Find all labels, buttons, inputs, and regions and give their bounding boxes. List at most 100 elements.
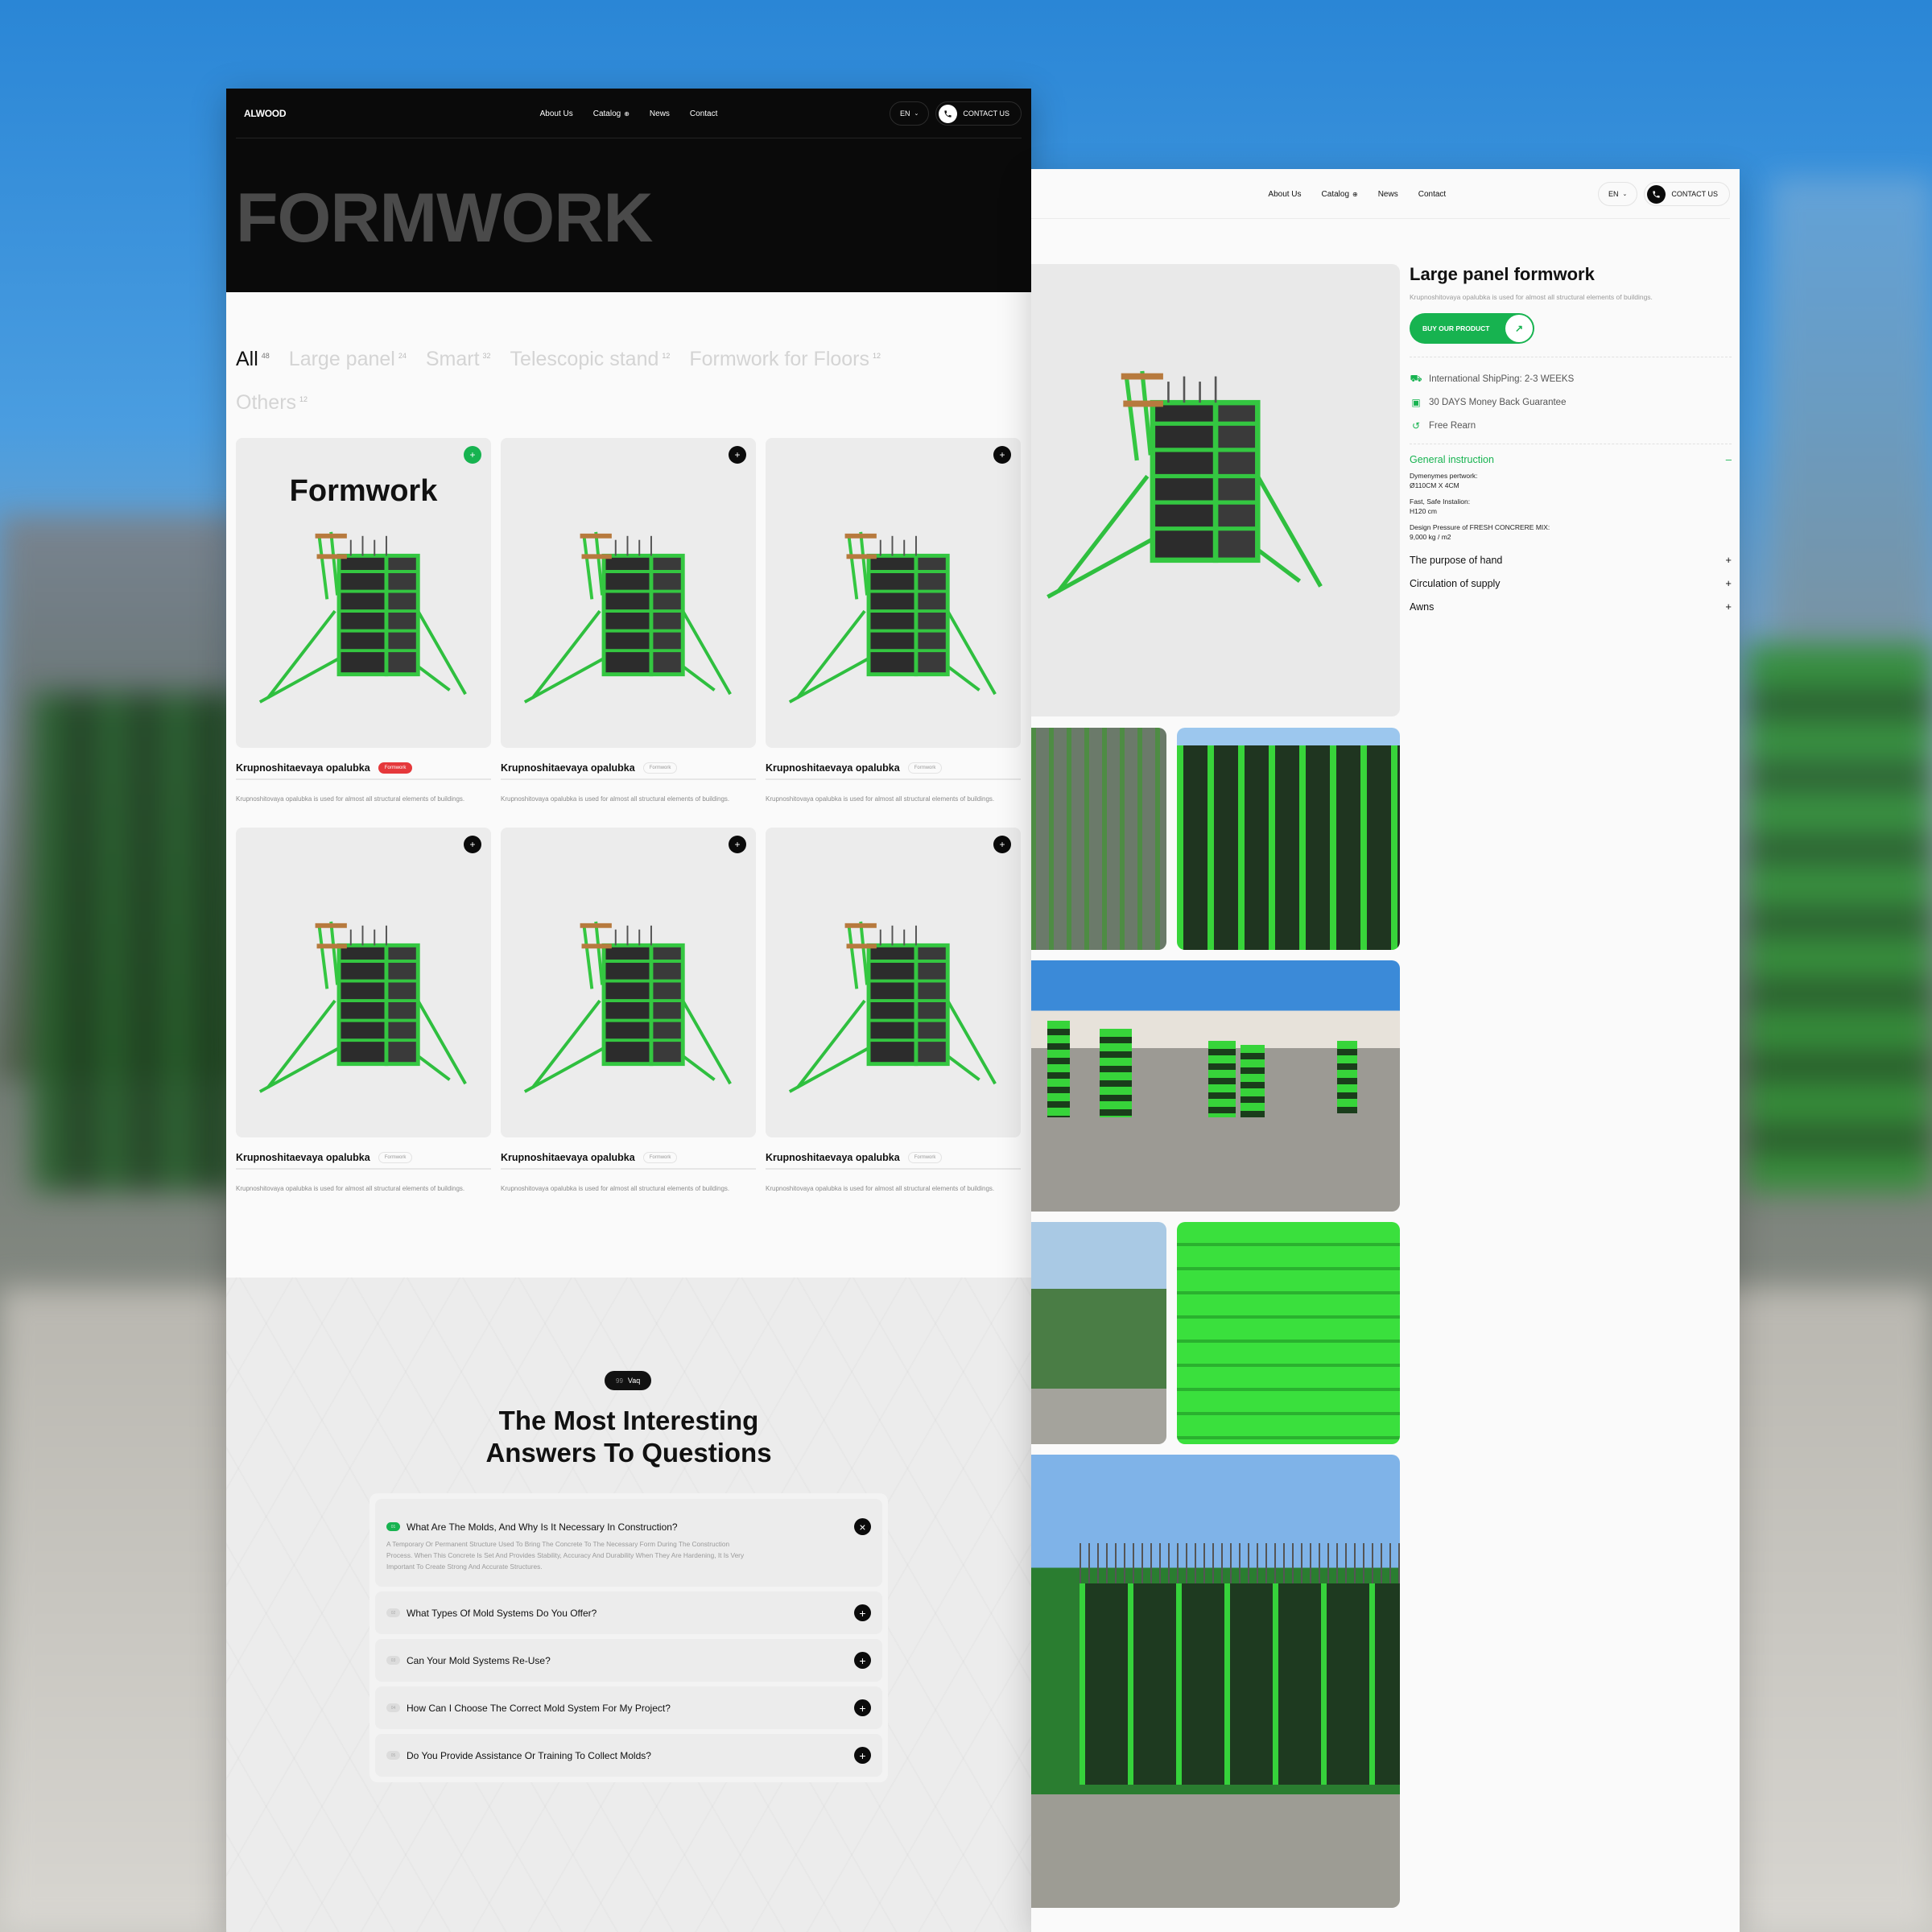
card-header: Krupnoshitaevaya opalubka Formwork xyxy=(501,1137,756,1170)
language-label: EN xyxy=(899,109,910,118)
language-select[interactable]: EN ⌄ xyxy=(889,101,930,126)
nav-link-news[interactable]: News xyxy=(1378,190,1398,199)
product-card[interactable]: + Krupnoshitaevaya opalubka Formwork Kru… xyxy=(766,438,1021,828)
faq-item[interactable]: 03 Can Your Mold Systems Re-Use? + xyxy=(375,1639,882,1682)
plus-icon[interactable]: + xyxy=(854,1604,871,1621)
spec-label: Design Pressure of FRESH CONCRERE MIX: xyxy=(1410,523,1550,531)
nav-link-catalog[interactable]: Catalog ⊕ xyxy=(1322,190,1358,199)
card-image-title: Formwork xyxy=(289,474,438,508)
filter-formwork-for-floors[interactable]: Formwork for Floors 12 xyxy=(689,345,881,374)
formwork-illustration xyxy=(782,522,1003,708)
card-header: Krupnoshitaevaya opalubka Formwork xyxy=(766,748,1021,780)
filter-label: All xyxy=(236,348,258,370)
return-icon: ↺ xyxy=(1411,419,1421,431)
faq-item[interactable]: 04 How Can I Choose The Correct Mold Sys… xyxy=(375,1686,882,1729)
arrow-up-right-icon: ↗ xyxy=(1505,315,1533,342)
product-image[interactable]: + xyxy=(766,828,1021,1137)
spec-label: Dymenymes pertwork: xyxy=(1410,472,1478,480)
gallery-photo[interactable] xyxy=(1177,728,1400,950)
plus-icon[interactable]: + xyxy=(854,1699,871,1716)
spec-value: H120 cm xyxy=(1410,507,1438,515)
add-plus-icon[interactable]: + xyxy=(993,836,1011,853)
nav-link-news[interactable]: News xyxy=(650,109,670,118)
accordion-title: Circulation of supply xyxy=(1410,577,1501,589)
product-tag: Formwork xyxy=(907,762,943,774)
plus-circle-icon: ⊕ xyxy=(624,109,630,118)
filter-large-panel[interactable]: Large panel 24 xyxy=(289,345,407,374)
nav-divider xyxy=(1031,218,1730,219)
faq-item[interactable]: 05 Do You Provide Assistance Or Training… xyxy=(375,1734,882,1777)
accordion-purpose: The purpose of hand + xyxy=(1410,548,1732,572)
faq-question: How Can I Choose The Correct Mold System… xyxy=(407,1702,671,1714)
faq-number: 04 xyxy=(386,1703,400,1712)
feature-text: Free Rearn xyxy=(1429,420,1476,431)
product-main-image[interactable] xyxy=(1031,264,1400,716)
product-image[interactable]: + xyxy=(236,828,491,1137)
add-plus-icon[interactable]: + xyxy=(993,446,1011,464)
nav-links: About Us Catalog ⊕ News Contact xyxy=(540,109,718,118)
nav-link-contact[interactable]: Contact xyxy=(1418,190,1446,199)
product-image[interactable]: + Formwork xyxy=(236,438,491,748)
close-icon[interactable]: × xyxy=(854,1518,871,1535)
nav-link-contact[interactable]: Contact xyxy=(690,109,717,118)
logo[interactable]: ALWOOD xyxy=(244,108,287,119)
feature-text: International ShipPing: 2-3 WEEKS xyxy=(1429,374,1575,384)
nav-link-about[interactable]: About Us xyxy=(540,109,573,118)
formwork-illustration xyxy=(252,522,473,708)
money-icon: ▣ xyxy=(1411,396,1421,408)
filter-all[interactable]: All 48 xyxy=(236,345,270,374)
filter-telescopic-stand[interactable]: Telescopic stand 12 xyxy=(510,345,671,374)
product-card[interactable]: + Krupnoshitaevaya opalubka Formwork Kru… xyxy=(236,828,491,1217)
accordion-header[interactable]: Awns + xyxy=(1410,595,1732,618)
product-image[interactable]: + xyxy=(501,438,756,748)
product-card[interactable]: + Krupnoshitaevaya opalubka Formwork Kru… xyxy=(766,828,1021,1217)
contact-us-button[interactable]: CONTACT US xyxy=(935,101,1022,126)
gallery-photo[interactable] xyxy=(1031,728,1166,950)
gallery-photo[interactable] xyxy=(1031,1455,1400,1908)
nav-link-catalog[interactable]: Catalog ⊕ xyxy=(593,109,630,118)
product-image[interactable]: + xyxy=(766,438,1021,748)
plus-icon[interactable]: + xyxy=(854,1652,871,1669)
faq-answer: A Temporary Or Permanent Structure Used … xyxy=(386,1540,745,1571)
add-plus-icon[interactable]: + xyxy=(464,836,481,853)
faq-question-row[interactable]: 04 How Can I Choose The Correct Mold Sys… xyxy=(386,1686,871,1729)
faq-item[interactable]: 02 What Types Of Mold Systems Do You Off… xyxy=(375,1591,882,1634)
product-image[interactable]: + xyxy=(501,828,756,1137)
faq-question-row[interactable]: 02 What Types Of Mold Systems Do You Off… xyxy=(386,1591,871,1634)
product-grid: + Formwork Krupnoshitaevaya opalubka For… xyxy=(226,417,1031,1217)
minus-icon: – xyxy=(1725,453,1732,465)
add-plus-icon[interactable]: + xyxy=(729,836,746,853)
nav-link-catalog-label: Catalog xyxy=(592,109,621,118)
faq-question: Can Your Mold Systems Re-Use? xyxy=(407,1654,551,1666)
card-header: Krupnoshitaevaya opalubka Formwork xyxy=(236,748,491,780)
faq-item[interactable]: 01 What Are The Molds, And Why Is It Nec… xyxy=(375,1499,882,1587)
product-card[interactable]: + Krupnoshitaevaya opalubka Formwork Kru… xyxy=(501,828,756,1217)
plus-icon: + xyxy=(1725,601,1732,613)
faq-question-row[interactable]: 05 Do You Provide Assistance Or Training… xyxy=(386,1734,871,1777)
faq-number: 05 xyxy=(386,1751,400,1760)
faq-number: 03 xyxy=(386,1656,400,1665)
product-card[interactable]: + Formwork Krupnoshitaevaya opalubka For… xyxy=(236,438,491,828)
buy-product-button[interactable]: BUY OUR PRODUCT ↗ xyxy=(1410,313,1534,344)
accordion-header[interactable]: General instruction – xyxy=(1410,448,1732,471)
faq-question-row[interactable]: 03 Can Your Mold Systems Re-Use? + xyxy=(386,1639,871,1682)
product-card[interactable]: + Krupnoshitaevaya opalubka Formwork Kru… xyxy=(501,438,756,828)
add-plus-icon[interactable]: + xyxy=(729,446,746,464)
plus-icon[interactable]: + xyxy=(854,1747,871,1764)
photo-detail xyxy=(1208,1041,1236,1117)
gallery-photo[interactable] xyxy=(1177,1222,1400,1444)
language-select[interactable]: EN ⌄ xyxy=(1597,182,1638,206)
nav-link-about[interactable]: About Us xyxy=(1268,190,1301,199)
top-nav: About Us Catalog ⊕ News Contact EN ⌄ CONTA… xyxy=(1031,169,1740,219)
accordion-header[interactable]: The purpose of hand + xyxy=(1410,548,1732,572)
feature-return: ↺ Free Rearn xyxy=(1410,414,1732,437)
gallery-photo[interactable] xyxy=(1031,960,1400,1212)
gallery-photo[interactable] xyxy=(1031,1222,1166,1444)
accordion-header[interactable]: Circulation of supply + xyxy=(1410,572,1732,595)
filter-smart[interactable]: Smart 32 xyxy=(426,345,491,374)
phone-icon xyxy=(1647,184,1666,204)
add-plus-icon[interactable]: + xyxy=(464,446,481,464)
faq-badge-label: Vaq xyxy=(627,1377,641,1385)
contact-us-button[interactable]: CONTACT US xyxy=(1644,182,1730,206)
filter-others[interactable]: Others 12 xyxy=(236,388,308,417)
